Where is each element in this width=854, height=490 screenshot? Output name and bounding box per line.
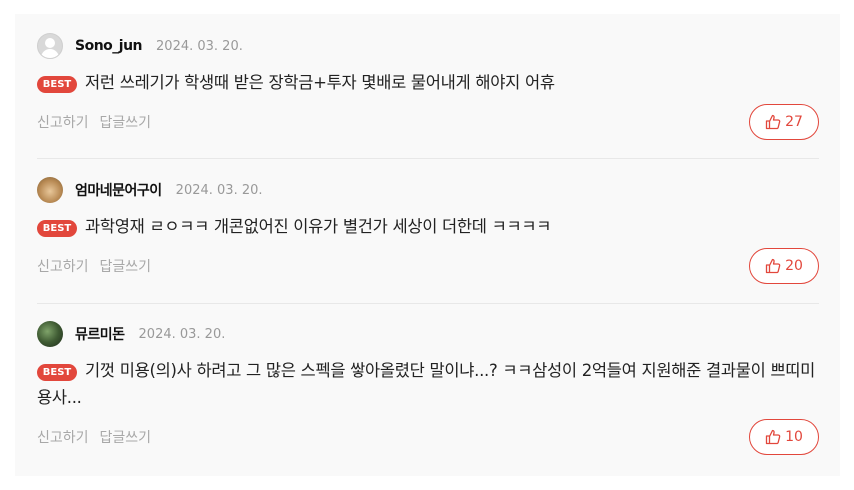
reply-button[interactable]: 답글쓰기 (100, 430, 152, 446)
comment-text: 기껏 미용(의)사 하려고 그 많은 스펙을 쌓아올렸단 말이냐...? ㅋㅋ삼… (37, 361, 816, 407)
comment-text: 과학영재 ㄹㅇㅋㅋ 개콘없어진 이유가 별건가 세상이 더한데 ㅋㅋㅋㅋ (85, 217, 552, 236)
like-count: 10 (785, 429, 803, 445)
reply-button[interactable]: 답글쓰기 (100, 259, 152, 275)
like-button[interactable]: 27 (749, 104, 819, 140)
comment-date: 2024. 03. 20. (175, 182, 263, 198)
comment-actions: 신고하기 답글쓰기 (37, 256, 162, 276)
comment-footer: 신고하기 답글쓰기 10 (37, 419, 819, 457)
comment-item: Sono_jun 2024. 03. 20. BEST 저런 쓰레기가 학생때 받… (37, 32, 819, 142)
comment-nickname[interactable]: 뮤르미돈 (75, 324, 125, 344)
default-avatar-icon[interactable] (37, 33, 63, 59)
comment-header: Sono_jun 2024. 03. 20. (37, 32, 819, 60)
comment-actions: 신고하기 답글쓰기 (37, 112, 162, 132)
comment-footer: 신고하기 답글쓰기 27 (37, 104, 819, 142)
thumbs-up-icon (765, 258, 781, 274)
reply-button[interactable]: 답글쓰기 (100, 115, 152, 131)
report-button[interactable]: 신고하기 (37, 430, 89, 446)
comment-header: 뮤르미돈 2024. 03. 20. (37, 320, 819, 348)
comment-text: 저런 쓰레기가 학생때 받은 장학금+투자 몇배로 물어내게 해야지 어휴 (85, 73, 555, 92)
comment-divider (37, 158, 819, 159)
comment-divider (37, 303, 819, 304)
comment-date: 2024. 03. 20. (156, 38, 243, 54)
comment-actions: 신고하기 답글쓰기 (37, 427, 162, 447)
like-count: 27 (785, 114, 803, 130)
comment-list: Sono_jun 2024. 03. 20. BEST 저런 쓰레기가 학생때 받… (15, 14, 840, 476)
comment-item: 엄마네문어구이 2024. 03. 20. BEST 과학영재 ㄹㅇㅋㅋ 개콘없어… (37, 176, 819, 286)
comment-item: 뮤르미돈 2024. 03. 20. BEST 기껏 미용(의)사 하려고 그 많… (37, 320, 819, 457)
report-button[interactable]: 신고하기 (37, 259, 89, 275)
comment-footer: 신고하기 답글쓰기 20 (37, 248, 819, 286)
like-button[interactable]: 10 (749, 419, 819, 455)
comment-nickname[interactable]: Sono_jun (75, 38, 143, 54)
comment-nickname[interactable]: 엄마네문어구이 (75, 180, 162, 200)
avatar[interactable] (37, 177, 63, 203)
best-badge: BEST (37, 76, 77, 93)
report-button[interactable]: 신고하기 (37, 115, 89, 131)
like-button[interactable]: 20 (749, 248, 819, 284)
comment-body: BEST 기껏 미용(의)사 하려고 그 많은 스펙을 쌓아올렸단 말이냐...?… (37, 357, 819, 411)
comment-header: 엄마네문어구이 2024. 03. 20. (37, 176, 819, 204)
avatar[interactable] (37, 321, 63, 347)
thumbs-up-icon (765, 114, 781, 130)
thumbs-up-icon (765, 429, 781, 445)
comment-body: BEST 저런 쓰레기가 학생때 받은 장학금+투자 몇배로 물어내게 해야지 어… (37, 69, 819, 96)
comment-date: 2024. 03. 20. (138, 326, 226, 342)
comment-body: BEST 과학영재 ㄹㅇㅋㅋ 개콘없어진 이유가 별건가 세상이 더한데 ㅋㅋㅋㅋ (37, 213, 819, 240)
best-badge: BEST (37, 364, 77, 381)
best-badge: BEST (37, 220, 77, 237)
like-count: 20 (785, 258, 803, 274)
